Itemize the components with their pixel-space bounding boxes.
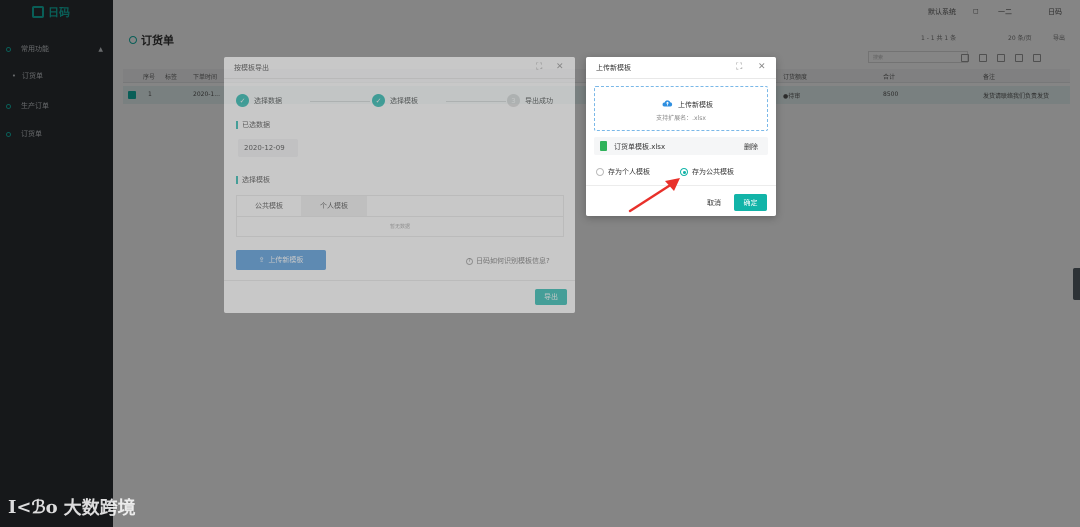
section-marker bbox=[236, 176, 238, 184]
step-label: 选择数据 bbox=[254, 96, 282, 105]
side-panel-handle[interactable] bbox=[1073, 268, 1080, 300]
template-section: 选择模板 bbox=[236, 175, 270, 185]
upload-icon: ⇪ bbox=[258, 256, 265, 264]
upload-template-button[interactable]: ⇪ 上传新模板 bbox=[236, 250, 326, 270]
watermark-text: 大数跨境 bbox=[63, 498, 136, 519]
step-2: ✓ 选择模板 bbox=[372, 94, 418, 107]
excel-file-icon bbox=[600, 141, 607, 151]
help-icon: ? bbox=[466, 257, 473, 265]
help-link[interactable]: ? 日码如何识别模板信息? bbox=[466, 256, 550, 266]
delete-file-button[interactable]: 删除 bbox=[744, 142, 758, 152]
steps: ✓ 选择数据 ✓ 选择模板 3 导出成功 bbox=[236, 94, 566, 108]
upload-drop-zone[interactable]: 上传新模板 支持扩展名：.xlsx bbox=[594, 86, 768, 131]
step-1: ✓ 选择数据 bbox=[236, 94, 282, 107]
cancel-button[interactable]: 取消 bbox=[699, 195, 729, 211]
dialog-header: 按模板导出 ⛶ ✕ bbox=[224, 57, 575, 79]
selected-data-section: 已选数据 bbox=[236, 120, 270, 130]
dialog-title: 按模板导出 bbox=[234, 64, 269, 72]
watermark: I<ℬo 大数跨境 bbox=[8, 494, 136, 520]
template-tabs: 公共模板 个人模板 暂无数据 bbox=[236, 195, 564, 237]
export-button[interactable]: 导出 bbox=[535, 289, 567, 305]
watermark-logo: I<ℬo bbox=[8, 496, 58, 518]
close-icon[interactable]: ✕ bbox=[556, 62, 564, 72]
step-3: 3 导出成功 bbox=[507, 94, 553, 107]
dialog-title: 上传新模板 bbox=[596, 64, 631, 72]
section-title: 已选数据 bbox=[242, 121, 270, 129]
help-text: 日码如何识别模板信息? bbox=[476, 257, 550, 265]
radio-indicator bbox=[680, 168, 688, 176]
fullscreen-icon[interactable]: ⛶ bbox=[736, 62, 742, 72]
step-connector bbox=[446, 101, 506, 102]
fullscreen-icon[interactable]: ⛶ bbox=[536, 62, 542, 72]
drop-subtitle: 支持扩展名：.xlsx bbox=[656, 115, 706, 122]
radio-indicator bbox=[596, 168, 604, 176]
dialog-header: 上传新模板 ⛶ ✕ bbox=[586, 57, 776, 79]
file-name: 订货单模板.xlsx bbox=[614, 143, 666, 151]
close-icon[interactable]: ✕ bbox=[758, 62, 766, 72]
empty-state: 暂无数据 bbox=[237, 216, 563, 236]
selected-date: 2020-12-09 bbox=[238, 139, 298, 157]
uploaded-file: 订货单模板.xlsx 删除 bbox=[594, 137, 768, 155]
annotation-arrow-icon bbox=[628, 178, 680, 213]
cloud-upload-icon bbox=[662, 100, 673, 107]
step-label: 导出成功 bbox=[525, 96, 553, 105]
radio-label: 存为公共模板 bbox=[692, 168, 734, 176]
step-label: 选择模板 bbox=[390, 96, 418, 105]
upload-button-label: 上传新模板 bbox=[268, 256, 304, 264]
radio-public-template[interactable]: 存为公共模板 bbox=[680, 167, 734, 177]
step-connector bbox=[310, 101, 370, 102]
confirm-button[interactable]: 确定 bbox=[734, 194, 767, 211]
export-template-dialog: 按模板导出 ⛶ ✕ ✓ 选择数据 ✓ 选择模板 3 导出成功 已选数据 2020… bbox=[224, 57, 575, 313]
tab-public-template[interactable]: 公共模板 bbox=[237, 196, 301, 216]
check-icon: ✓ bbox=[372, 94, 385, 107]
step-number: 3 bbox=[507, 94, 520, 107]
tab-personal-template[interactable]: 个人模板 bbox=[301, 196, 367, 216]
check-icon: ✓ bbox=[236, 94, 249, 107]
section-marker bbox=[236, 121, 238, 129]
section-title: 选择模板 bbox=[242, 176, 270, 184]
drop-title: 上传新模板 bbox=[678, 101, 713, 109]
dialog-divider bbox=[224, 280, 575, 281]
